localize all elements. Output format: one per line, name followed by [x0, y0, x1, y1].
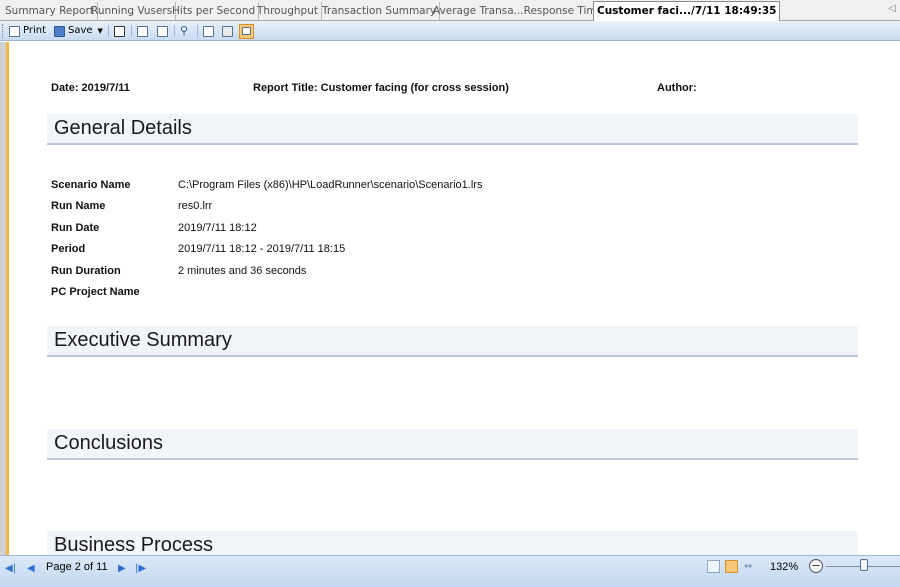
toolbar-separator — [108, 25, 109, 37]
single-page-button[interactable] — [114, 23, 125, 39]
detail-value-run-name: res0.lrr — [178, 200, 213, 212]
tab-throughput[interactable]: Throughput — [254, 2, 322, 21]
zoom-slider-thumb[interactable] — [860, 559, 868, 571]
zoom-out-button[interactable]: − — [809, 559, 823, 573]
two-page-icon — [137, 25, 148, 37]
tab-average-transaction-response-time[interactable]: Average Transa...Response Time — [430, 2, 608, 21]
tab-hits-per-second[interactable]: Hits per Second — [169, 2, 260, 21]
tab-summary-report[interactable]: Summary Report — [2, 2, 98, 21]
detail-label-run-date: Run Date — [51, 222, 100, 234]
toolbar-grip[interactable] — [2, 24, 5, 38]
previous-page-icon[interactable]: ◀ — [27, 563, 35, 574]
printer-icon — [9, 25, 20, 37]
report-date: Date: 2019/7/11 — [51, 82, 130, 94]
detail-label-pc-project-name: PC Project Name — [51, 286, 140, 298]
detail-label-run-name: Run Name — [51, 200, 106, 212]
toolbar-separator — [197, 25, 198, 37]
multi-page-button[interactable] — [157, 23, 168, 39]
report-author: Author: — [657, 82, 697, 94]
detail-label-run-duration: Run Duration — [51, 265, 121, 277]
page-indicator: Page 2 of 11 — [46, 561, 108, 573]
thumbnails-icon — [203, 25, 214, 37]
print-label: Print — [23, 25, 47, 36]
single-page-view-button[interactable] — [707, 560, 720, 573]
tab-strip: Summary Report Running Vusers Hits per S… — [0, 0, 900, 22]
export-button[interactable] — [239, 23, 254, 39]
detail-value-period: 2019/7/11 18:12 - 2019/7/11 18:15 — [178, 243, 346, 255]
multi-page-icon — [157, 25, 168, 37]
section-title: Conclusions — [54, 432, 163, 454]
dropdown-arrow-icon[interactable]: ▼ — [98, 23, 103, 39]
toolbar: Print Save ▼ ⚲ — [0, 21, 900, 41]
page-setup-button[interactable] — [222, 23, 233, 39]
scroll-left-icon[interactable]: ◁ — [888, 3, 896, 14]
section-title: Business Process — [54, 534, 213, 555]
last-page-icon[interactable]: |▶ — [135, 563, 146, 574]
section-title: General Details — [54, 117, 192, 139]
zoom-level: 132% — [770, 561, 799, 573]
section-executive-summary: Executive Summary — [47, 326, 858, 357]
fit-width-icon[interactable]: ⇔ — [743, 560, 756, 573]
page-setup-icon — [222, 25, 233, 37]
save-button[interactable]: Save ▼ — [54, 23, 103, 39]
toolbar-separator — [174, 25, 175, 37]
status-bar: ◀​| ◀ Page 2 of 11 ▶ |▶ ⇔ 132% − — [0, 555, 900, 587]
detail-label-scenario-name: Scenario Name — [51, 179, 131, 191]
single-page-icon — [114, 25, 125, 37]
detail-value-scenario-name: C:\Program Files (x86)\HP\LoadRunner\sce… — [178, 179, 483, 191]
find-icon: ⚲ — [180, 24, 189, 37]
tab-customer-facing-report[interactable]: Customer faci.../7/11 18:49:35 — [593, 1, 781, 22]
tab-transaction-summary[interactable]: Transaction Summary — [319, 2, 441, 21]
tab-running-vusers[interactable]: Running Vusers — [88, 2, 177, 21]
report-title: Report Title: Customer facing (for cross… — [253, 82, 509, 94]
find-button[interactable]: ⚲ — [180, 23, 188, 39]
section-title: Executive Summary — [54, 329, 232, 351]
section-business-process: Business Process — [47, 531, 858, 555]
print-button[interactable]: Print — [9, 23, 46, 39]
save-label: Save — [68, 25, 93, 36]
two-page-button[interactable] — [137, 23, 148, 39]
continuous-view-button[interactable] — [725, 560, 738, 573]
thumbnails-button[interactable] — [203, 23, 214, 39]
first-page-icon[interactable]: ◀​| — [5, 563, 16, 574]
detail-label-period: Period — [51, 243, 86, 255]
detail-value-run-date: 2019/7/11 18:12 — [178, 222, 257, 234]
next-page-icon[interactable]: ▶ — [118, 563, 126, 574]
page-edge — [6, 42, 9, 555]
toolbar-separator — [131, 25, 132, 37]
detail-value-run-duration: 2 minutes and 36 seconds — [178, 265, 307, 277]
section-general-details: General Details — [47, 114, 858, 145]
save-icon — [54, 25, 65, 37]
export-icon — [239, 23, 254, 39]
section-conclusions: Conclusions — [47, 429, 858, 460]
